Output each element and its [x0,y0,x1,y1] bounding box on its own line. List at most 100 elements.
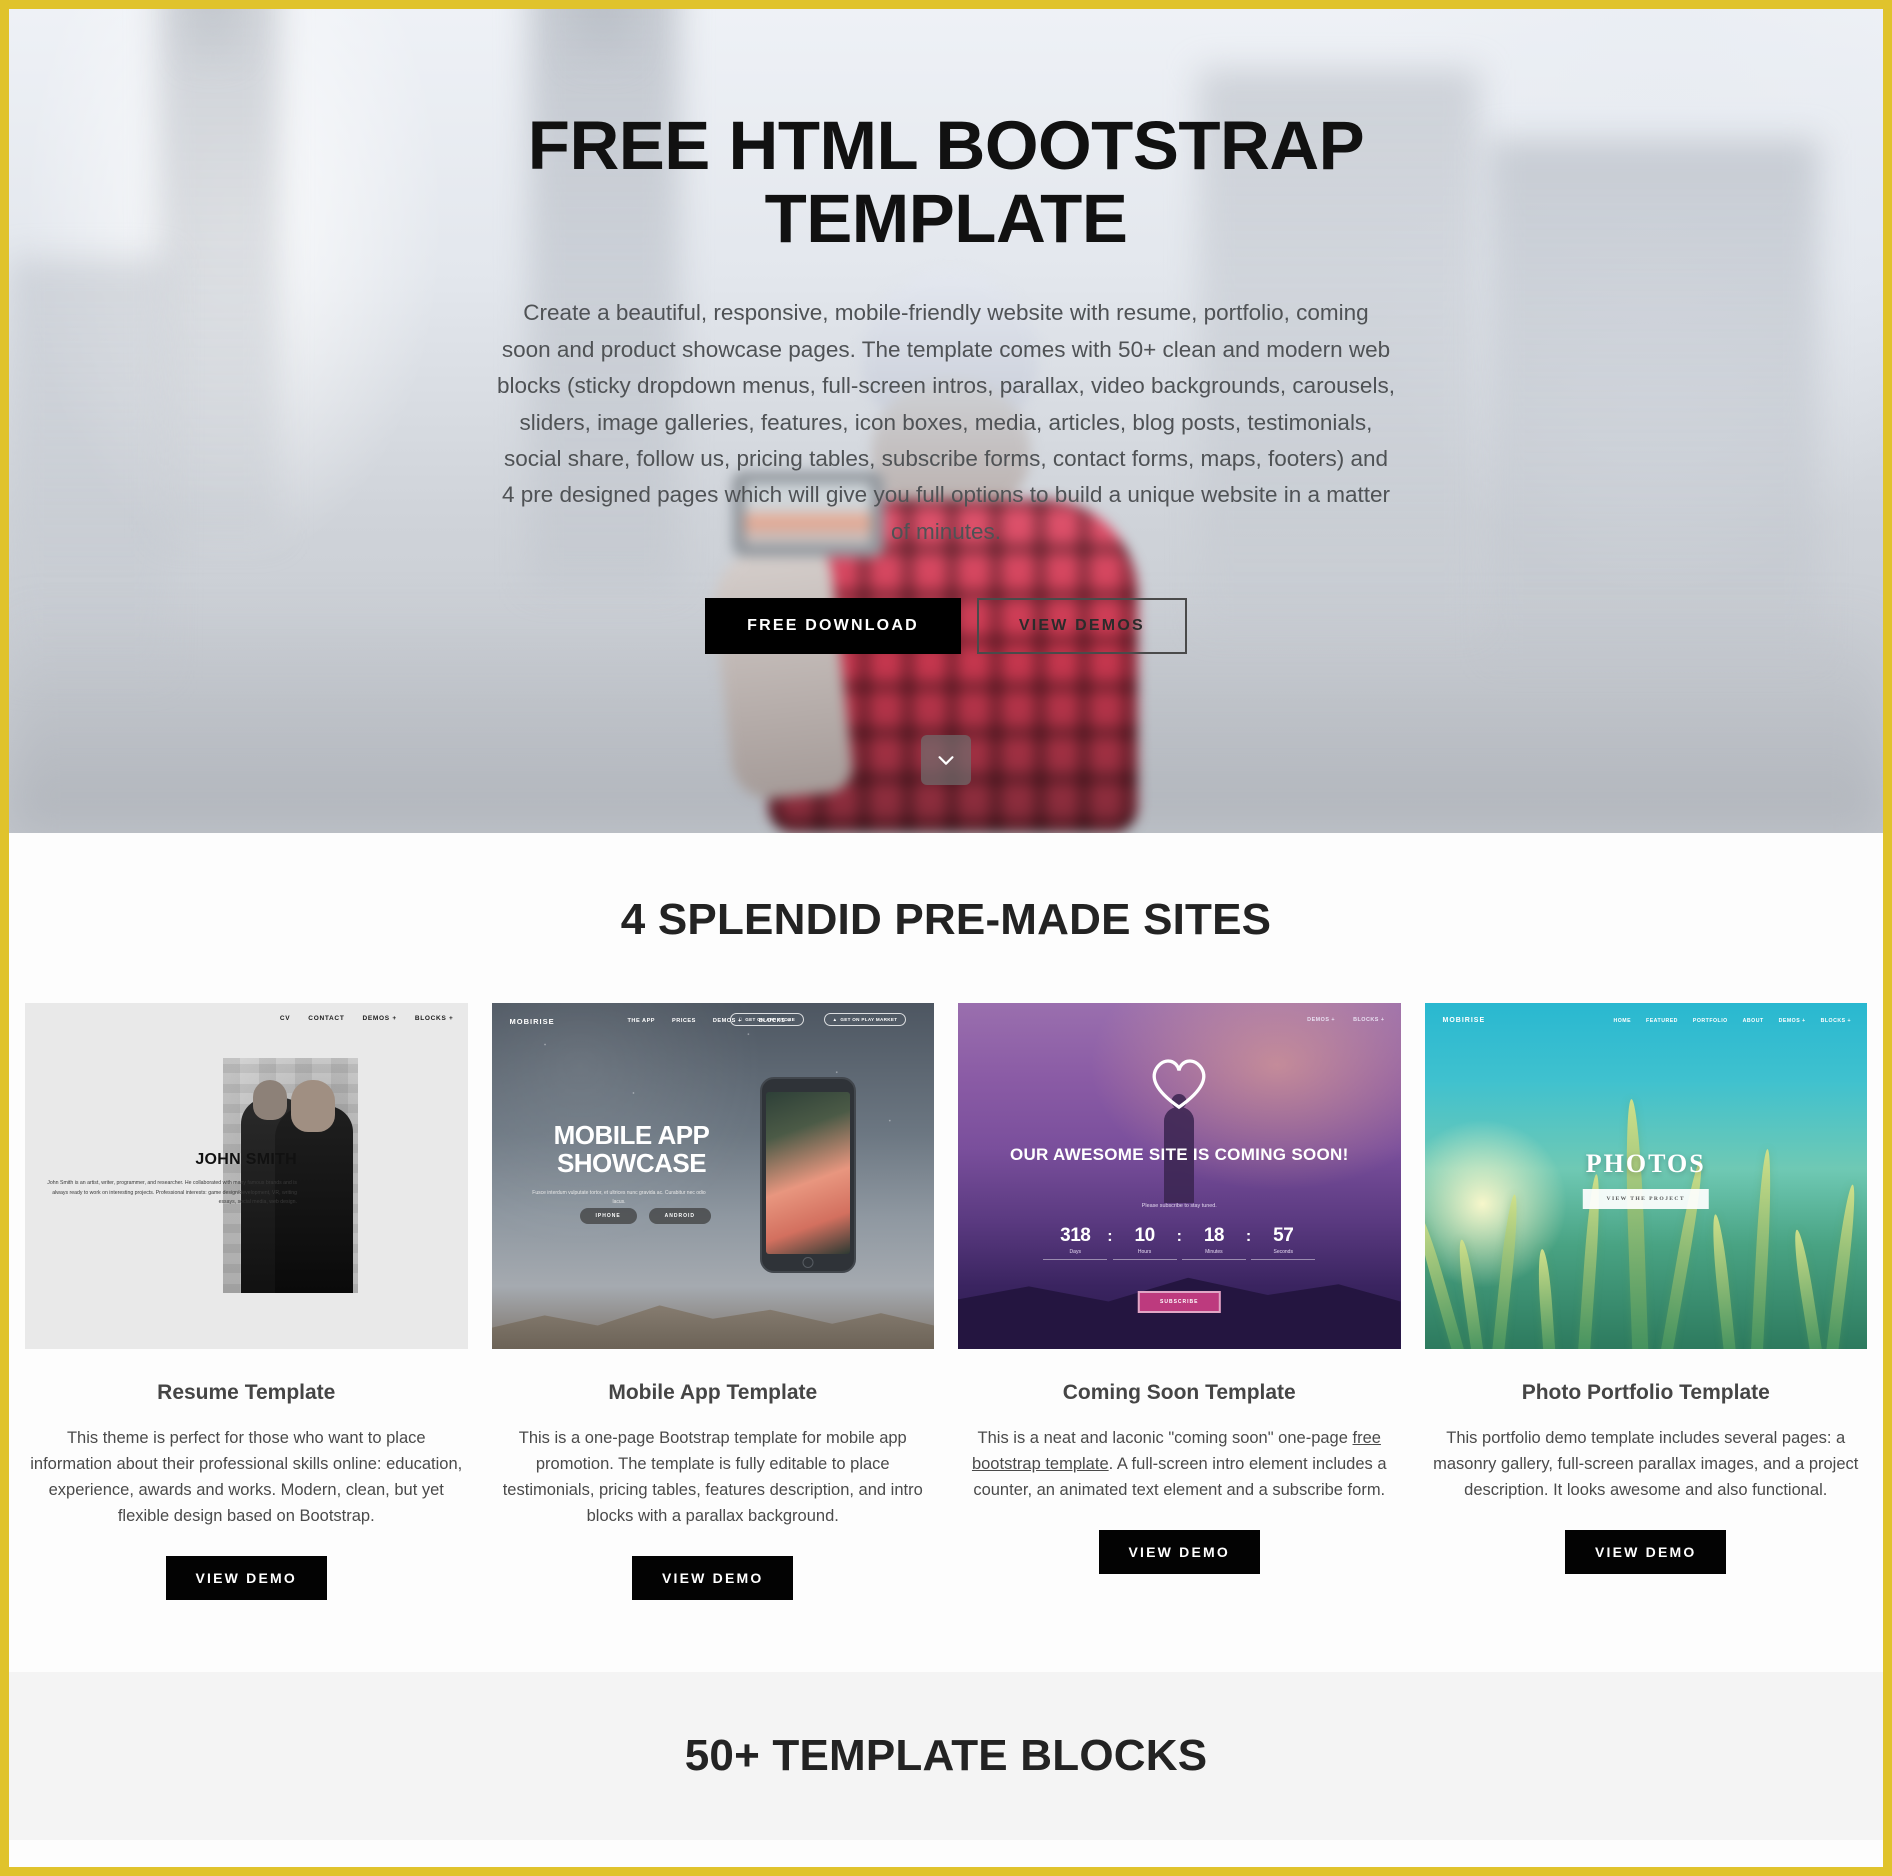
countdown-label: Minutes [1205,1249,1223,1255]
thumb-nav: HOME FEATURED PORTFOLIO ABOUT DEMOS + BL… [1613,1018,1851,1024]
template-card: MOBIRISE THE APP PRICES DEMOS + BLOCKS +… [491,1003,934,1601]
thumb-nav: DEMOS + BLOCKS + [1307,1017,1384,1023]
countdown-label: Seconds [1273,1249,1293,1255]
card-title: Resume Template [157,1381,336,1404]
countdown-unit: 318 Days [1043,1225,1108,1260]
plant-stem [1424,1210,1466,1349]
thumb-nav-item: BLOCKS + [1353,1017,1385,1023]
thumb-nav-item: ABOUT [1742,1018,1764,1024]
thumb-nav-item: FEATURED [1646,1018,1678,1024]
hero-content: FREE HTML BOOTSTRAP TEMPLATE Create a be… [9,9,1883,655]
countdown-value: 18 [1203,1225,1225,1246]
countdown-value: 10 [1134,1225,1156,1246]
thumb-logo: MOBIRISE [509,1017,555,1026]
thumb-person-head [291,1080,335,1132]
plant-stem [1535,1248,1556,1349]
card-description: This is a neat and laconic "coming soon"… [958,1425,1401,1503]
thumb-phone-mockup [759,1077,856,1273]
thumb-subtext: Please subscribe to stay tuned. [1141,1203,1217,1209]
play-market-label: GET ON PLAY MARKET [840,1017,898,1022]
card-title: Coming Soon Template [1062,1381,1296,1404]
countdown-underline [1043,1259,1108,1260]
thumb-bio: John Smith is an artist, writer, program… [47,1180,297,1206]
coming-soon-template-thumbnail[interactable]: DEMOS + BLOCKS + OUR AWESOME SITE IS COM… [958,1003,1401,1349]
countdown-value: 318 [1060,1225,1091,1246]
thumb-photo [223,1058,358,1293]
card-description-pre: This is a neat and laconic "coming soon"… [977,1429,1353,1447]
iphone-pill: IPHONE [579,1208,637,1224]
thumb-nav-item: DEMOS + [1778,1018,1806,1024]
countdown-label: Days [1069,1249,1081,1255]
thumb-nav-item: DEMOS + [362,1015,397,1022]
heart-icon [1152,1059,1206,1110]
view-demo-button[interactable]: VIEW DEMO [1565,1530,1727,1575]
hero-button-group: FREE DOWNLOAD VIEW DEMOS [9,598,1883,655]
thumb-pill-group: IPHONE ANDROID [579,1208,712,1224]
premade-sites-section: 4 SPLENDID PRE-MADE SITES CV CONTACT DEM… [9,833,1883,1673]
view-demo-button[interactable]: VIEW DEMO [1098,1530,1260,1575]
view-demo-button[interactable]: VIEW DEMO [165,1556,327,1601]
plant-stem [1709,1213,1737,1349]
countdown-underline [1181,1259,1246,1260]
thumb-nav-item: THE APP [627,1018,656,1024]
template-card-grid: CV CONTACT DEMOS + BLOCKS + JOHN SMITH J… [9,1003,1883,1601]
thumb-nav-item: PRICES [672,1018,696,1024]
page-root: FREE HTML BOOTSTRAP TEMPLATE Create a be… [0,0,1892,1876]
plant-stem-tall [1623,1098,1649,1349]
resume-template-thumbnail[interactable]: CV CONTACT DEMOS + BLOCKS + JOHN SMITH J… [25,1003,468,1349]
thumb-nav-item: HOME [1613,1018,1632,1024]
thumb-logo: MOBIRISE [1442,1017,1486,1024]
android-icon: ▲ [832,1017,838,1022]
plant-stem [1456,1238,1485,1349]
countdown-value: 57 [1273,1225,1294,1246]
view-demos-button[interactable]: VIEW DEMOS [976,598,1187,655]
plant-stem [1790,1228,1823,1349]
thumb-heading: MOBILE APP SHOWCASE [553,1120,710,1179]
plant-stem [1825,1183,1859,1349]
thumb-heading: PHOTOS [1585,1149,1706,1178]
view-the-project-button: VIEW THE PROJECT [1582,1189,1709,1209]
view-demo-button[interactable]: VIEW DEMO [632,1556,794,1601]
thumb-nav-item: CONTACT [308,1015,345,1022]
thumb-phone-home-button [802,1257,813,1268]
blocks-section-title: 50+ TEMPLATE BLOCKS [684,1731,1208,1781]
mobile-app-template-thumbnail[interactable]: MOBIRISE THE APP PRICES DEMOS + BLOCKS +… [491,1003,934,1349]
card-description: This is a one-page Bootstrap template fo… [502,1429,923,1526]
plant-stem [1659,1159,1706,1349]
card-description: This theme is perfect for those who want… [30,1429,463,1526]
template-card: DEMOS + BLOCKS + OUR AWESOME SITE IS COM… [958,1003,1401,1600]
countdown-counter: 318 Days : 10 Hours : 18 Minutes: 57 Se… [958,1225,1401,1260]
card-title: Photo Portfolio Template [1521,1381,1770,1404]
android-pill: ANDROID [648,1208,712,1224]
plant-stem [1491,1193,1521,1349]
countdown-unit: 57 Seconds [1251,1225,1316,1260]
countdown-unit: 18 Minutes [1181,1225,1246,1260]
template-blocks-section: 50+ TEMPLATE BLOCKS [9,1672,1883,1841]
app-store-label: GET ON APP STORE [741,1017,795,1022]
chevron-down-icon [938,756,954,765]
subscribe-button: SUBSCRIBE [1138,1291,1221,1313]
thumb-nav-item: DEMOS + [1307,1017,1336,1023]
play-market-button: ▲ GET ON PLAY MARKET [823,1013,907,1026]
countdown-label: Hours [1137,1249,1152,1255]
thumb-nav-item: BLOCKS + [414,1015,454,1022]
template-card: MOBIRISE HOME FEATURED PORTFOLIO ABOUT D… [1424,1003,1867,1600]
thumb-nav: CV CONTACT DEMOS + BLOCKS + [280,1015,454,1022]
countdown-underline [1112,1259,1177,1260]
template-card: CV CONTACT DEMOS + BLOCKS + JOHN SMITH J… [25,1003,468,1601]
photo-portfolio-template-thumbnail[interactable]: MOBIRISE HOME FEATURED PORTFOLIO ABOUT D… [1424,1003,1867,1349]
app-store-button:  GET ON APP STORE [729,1013,805,1026]
thumb-nav-item: PORTFOLIO [1692,1018,1728,1024]
thumb-person-head [253,1080,287,1120]
hero-paragraph: Create a beautiful, responsive, mobile-f… [497,300,1395,544]
countdown-underline [1251,1259,1316,1260]
thumb-heading: JOHN SMITH [195,1151,297,1168]
thumb-nav-item: BLOCKS + [1820,1018,1851,1024]
apple-icon:  [739,1017,743,1022]
thumb-heading: OUR AWESOME SITE IS COMING SOON! [1009,1145,1349,1164]
scroll-down-button[interactable] [921,735,971,785]
thumb-nav-item: CV [279,1015,291,1022]
sites-section-title: 4 SPLENDID PRE-MADE SITES [620,895,1272,944]
free-download-button[interactable]: FREE DOWNLOAD [705,598,961,655]
countdown-unit: 10 Hours [1112,1225,1177,1260]
